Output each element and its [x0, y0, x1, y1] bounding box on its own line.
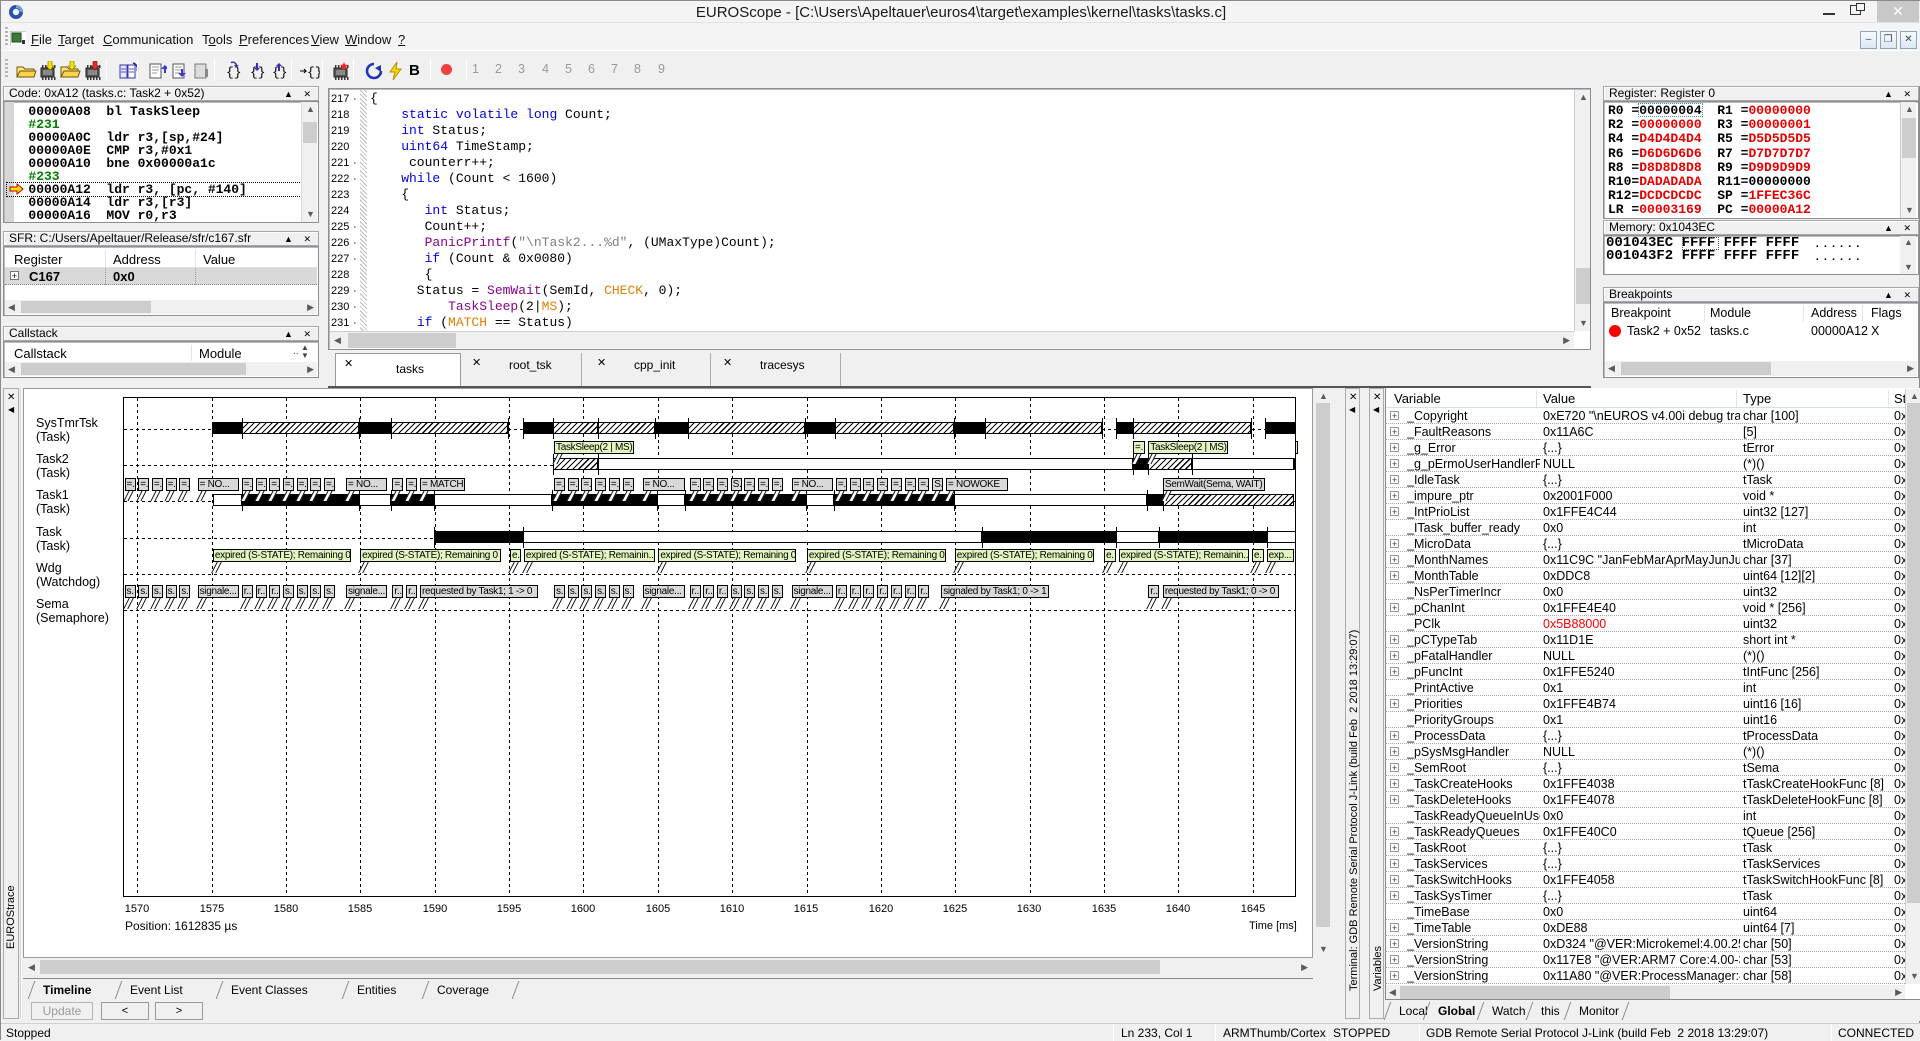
svg-text:{}: {}	[226, 65, 242, 80]
svg-text:{}: {}	[307, 65, 320, 80]
